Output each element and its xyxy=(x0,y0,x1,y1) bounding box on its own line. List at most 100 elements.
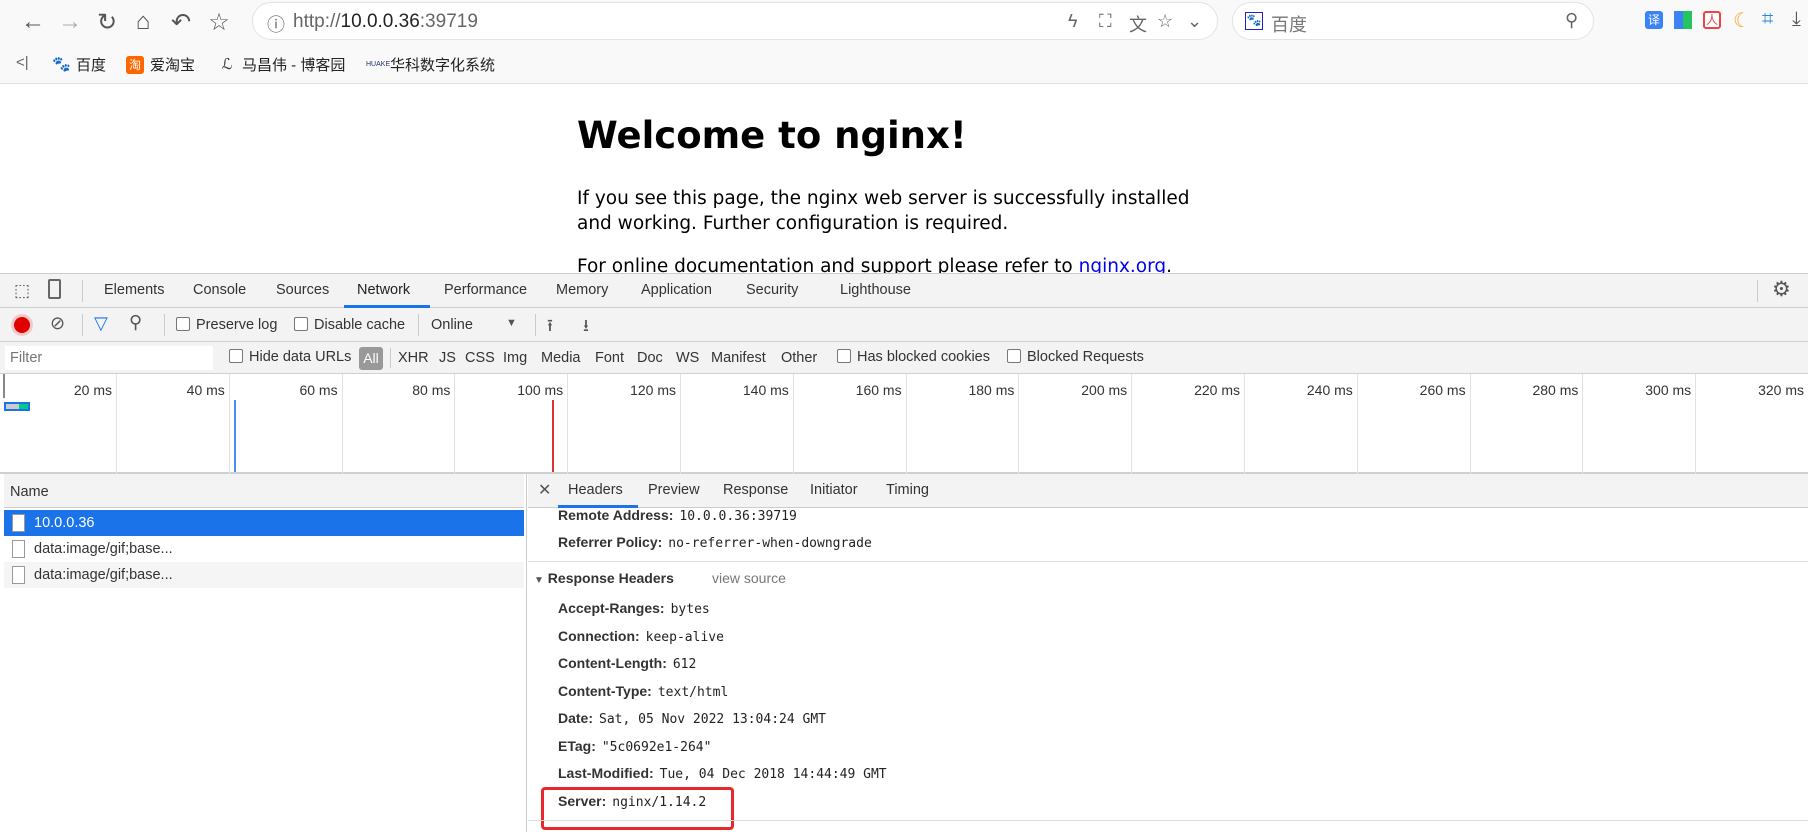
disable-cache-checkbox[interactable]: Disable cache xyxy=(294,317,405,333)
tab-timing[interactable]: Timing xyxy=(886,482,929,498)
load-marker xyxy=(552,400,554,472)
filter-input[interactable] xyxy=(5,346,213,370)
tab-headers[interactable]: Headers xyxy=(568,482,623,498)
search-placeholder: 百度 xyxy=(1271,15,1307,35)
reload-icon[interactable]: ↻ xyxy=(92,8,122,37)
filter-all[interactable]: All xyxy=(359,347,383,370)
timeline-overview[interactable]: 20 ms 40 ms 60 ms 80 ms 100 ms 120 ms 140 ms 16… xyxy=(0,374,1808,474)
inspect-element-icon[interactable]: ⬚ xyxy=(14,281,30,301)
network-toolbar: ⊘ ▽ ⚲ Preserve log Disable cache Online … xyxy=(0,308,1808,342)
checkbox-box[interactable] xyxy=(1007,349,1021,363)
timeline-tick-label: 240 ms xyxy=(1306,382,1353,398)
filter-doc[interactable]: Doc xyxy=(637,350,663,366)
tab-memory[interactable]: Memory xyxy=(556,282,608,298)
nginx-org-link[interactable]: nginx.org xyxy=(1079,256,1167,274)
checkbox-box[interactable] xyxy=(176,317,190,331)
response-header-row: Content-Type: text/html xyxy=(558,683,728,700)
filter-font[interactable]: Font xyxy=(595,350,624,366)
undo-icon[interactable]: ↶ xyxy=(166,8,196,37)
baidu-paw-icon: 🐾 xyxy=(52,55,71,73)
bookmark-baidu[interactable]: 🐾 百度 xyxy=(52,54,106,75)
timeline-tick-label: 80 ms xyxy=(412,382,451,398)
pdf-ext-icon[interactable]: 人 xyxy=(1703,11,1721,29)
filter-img[interactable]: Img xyxy=(503,350,527,366)
device-toolbar-icon[interactable] xyxy=(48,279,61,299)
search-box[interactable]: 🐾 百度 ⚲ xyxy=(1232,2,1594,40)
huake-icon: HUAKE xyxy=(366,60,391,68)
tab-preview[interactable]: Preview xyxy=(648,482,700,498)
header-value: bytes xyxy=(670,602,710,617)
name-column-header[interactable]: Name xyxy=(4,474,524,508)
tab-initiator[interactable]: Initiator xyxy=(810,482,858,498)
filter-icon[interactable]: ▽ xyxy=(94,313,108,334)
record-button[interactable] xyxy=(14,317,30,333)
triangle-down-icon: ▼ xyxy=(534,575,544,586)
filter-manifest[interactable]: Manifest xyxy=(711,350,766,366)
dropdown-arrow-icon[interactable]: ▼ xyxy=(506,317,517,329)
filter-xhr[interactable]: XHR xyxy=(398,350,429,366)
tab-console[interactable]: Console xyxy=(193,282,246,298)
view-source-link[interactable]: view source xyxy=(712,570,786,586)
crop-ext-icon[interactable]: ⌗ xyxy=(1762,8,1773,31)
moon-ext-icon[interactable]: ☾ xyxy=(1733,8,1751,33)
tab-security[interactable]: Security xyxy=(746,282,798,298)
tab-performance[interactable]: Performance xyxy=(444,282,527,298)
hide-data-urls-checkbox[interactable]: Hide data URLs xyxy=(229,349,351,365)
request-row[interactable]: 10.0.0.36 xyxy=(4,510,524,536)
filter-ws[interactable]: WS xyxy=(676,350,699,366)
translate-icon[interactable]: 文 xyxy=(1129,11,1147,37)
home-icon[interactable]: ⌂ xyxy=(128,8,158,36)
highlight-box xyxy=(541,787,734,830)
filter-js[interactable]: JS xyxy=(439,350,456,366)
has-blocked-cookies-checkbox[interactable]: Has blocked cookies xyxy=(837,349,990,365)
blocked-requests-checkbox[interactable]: Blocked Requests xyxy=(1007,349,1144,365)
translate-ext-icon[interactable]: 译 xyxy=(1645,11,1663,29)
gear-icon[interactable]: ⚙ xyxy=(1772,277,1791,302)
info-icon[interactable]: ⓘ xyxy=(267,11,285,37)
address-bar[interactable]: ⓘ http://10.0.0.36:39719 ϟ ⛶ 文 ☆ ⌄ xyxy=(252,2,1218,40)
tab-lighthouse[interactable]: Lighthouse xyxy=(840,282,911,298)
tab-elements[interactable]: Elements xyxy=(104,282,164,298)
search-icon[interactable]: ⚲ xyxy=(1565,10,1578,31)
bookmarks-collapse-icon[interactable]: <| xyxy=(16,54,29,71)
request-row[interactable]: data:image/gif;base... xyxy=(4,562,524,588)
back-icon[interactable]: ← xyxy=(18,8,48,36)
overview-handle[interactable] xyxy=(3,374,5,398)
divider xyxy=(164,314,165,336)
response-headers-section-toggle[interactable]: ▼ Response Headers xyxy=(534,570,674,586)
chevron-down-icon[interactable]: ⌄ xyxy=(1187,11,1202,32)
checkbox-box[interactable] xyxy=(229,349,243,363)
search-icon[interactable]: ⚲ xyxy=(129,312,142,333)
tab-sources[interactable]: Sources xyxy=(276,282,329,298)
star-icon[interactable]: ☆ xyxy=(204,8,234,37)
header-key: Last-Modified: xyxy=(558,765,654,781)
bookmark-aitaobao[interactable]: 淘爱淘宝 xyxy=(126,54,195,75)
preserve-log-checkbox[interactable]: Preserve log xyxy=(176,317,277,333)
filter-other[interactable]: Other xyxy=(781,350,817,366)
request-row[interactable]: data:image/gif;base... xyxy=(4,536,524,562)
download-icon[interactable]: ⤓ xyxy=(1792,8,1801,31)
tab-response[interactable]: Response xyxy=(723,482,788,498)
close-icon[interactable]: ✕ xyxy=(538,480,551,500)
bookmark-cnblogs[interactable]: ℒ 马昌伟 - 博客园 xyxy=(218,54,346,75)
bookmark-huake[interactable]: HUAKE 华科数字化系统 xyxy=(366,54,495,75)
timeline-tick-label: 180 ms xyxy=(968,382,1015,398)
export-har-icon[interactable]: ⭳ xyxy=(583,313,589,342)
checkbox-box[interactable] xyxy=(294,317,308,331)
tab-application[interactable]: Application xyxy=(641,282,712,298)
bookmark-star-icon[interactable]: ☆ xyxy=(1157,11,1173,32)
url-scheme: http:// xyxy=(293,11,341,32)
tab-network[interactable]: Network xyxy=(357,282,410,298)
throttling-select[interactable]: Online xyxy=(431,317,473,333)
apps-ext-icon[interactable] xyxy=(1674,11,1692,29)
timeline-gridline xyxy=(680,374,681,474)
lightning-icon[interactable]: ϟ xyxy=(1068,11,1078,32)
filter-media[interactable]: Media xyxy=(541,350,581,366)
clear-icon[interactable]: ⊘ xyxy=(50,313,65,334)
forward-icon[interactable]: → xyxy=(55,8,85,36)
import-har-icon[interactable]: ⭱ xyxy=(547,313,553,342)
checkbox-box[interactable] xyxy=(837,349,851,363)
timeline-gridline xyxy=(454,374,456,474)
filter-css[interactable]: CSS xyxy=(465,350,495,366)
screenshot-icon[interactable]: ⛶ xyxy=(1099,11,1112,32)
